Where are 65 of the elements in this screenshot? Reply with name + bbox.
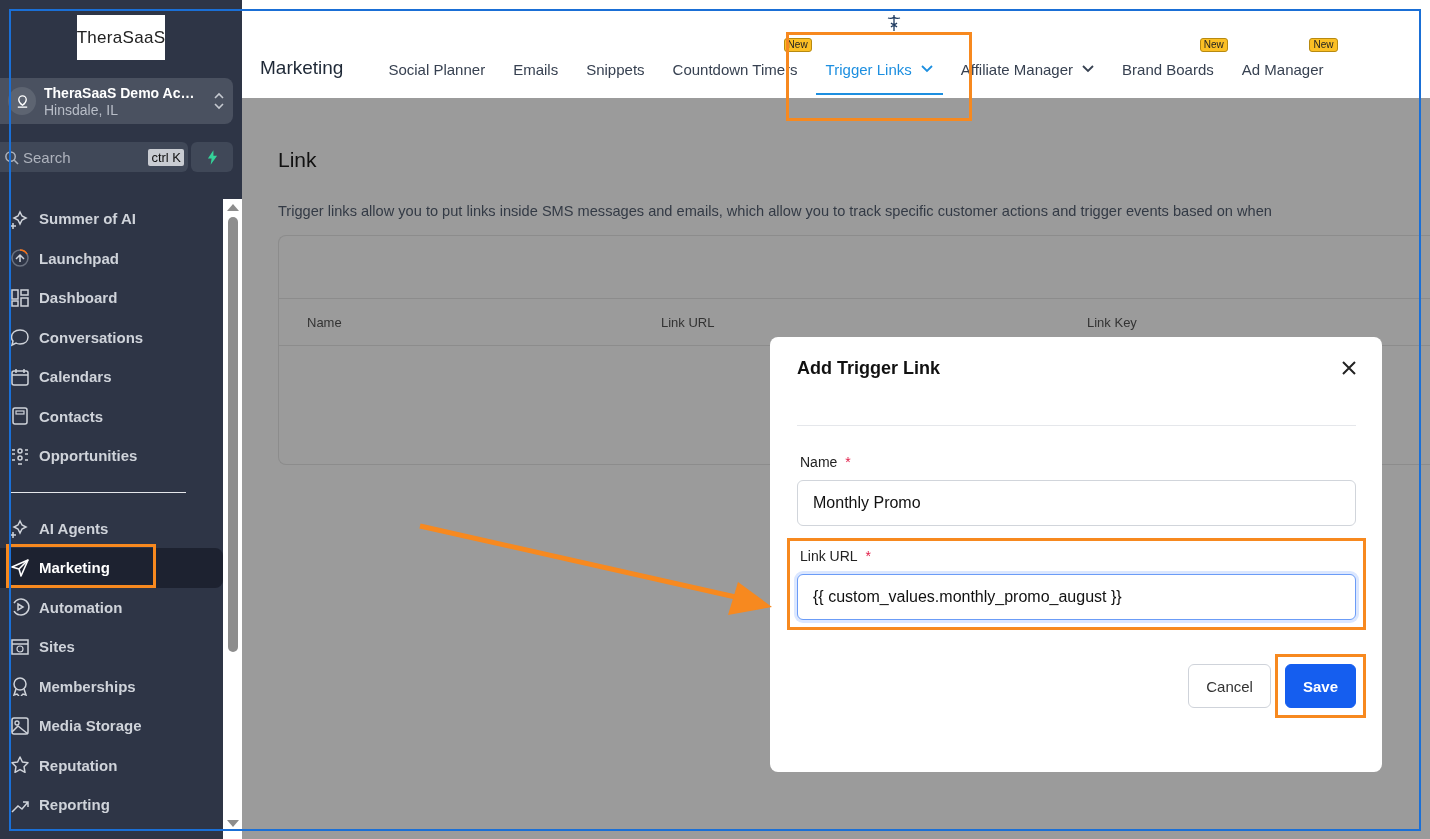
nav-tab[interactable]: Social Planner (378, 45, 496, 95)
new-badge: New (1309, 38, 1338, 52)
sidebar-item[interactable]: Contacts (0, 396, 223, 436)
location-pin-icon (8, 87, 36, 115)
chat-bubble-icon (10, 327, 30, 348)
quick-action-button[interactable] (191, 142, 233, 172)
sidebar-item[interactable]: Automation (0, 587, 223, 627)
close-icon[interactable] (1342, 361, 1356, 375)
globe-window-icon (10, 636, 30, 657)
sidebar-item[interactable]: Calendars (0, 357, 223, 397)
section-heading: Link (278, 148, 318, 172)
rocket-circle-icon (10, 248, 30, 269)
play-circle-icon (10, 597, 30, 618)
account-location: Hinsdale, IL (44, 101, 119, 118)
sidebar-item[interactable]: Reputation (0, 745, 223, 785)
sidebar-item[interactable]: Marketing (0, 548, 223, 588)
text-field[interactable]: Monthly Promo (797, 480, 1356, 526)
ribbon-icon (10, 676, 30, 697)
cancel-button[interactable]: Cancel (1188, 664, 1271, 708)
nav-tab[interactable]: Trigger Links (815, 45, 943, 95)
sidebar-item[interactable]: Reporting (0, 785, 223, 825)
sidebar-item[interactable]: Conversations (0, 317, 223, 357)
send-icon (10, 557, 30, 578)
sidebar-item[interactable]: AI Agents (0, 508, 223, 548)
sidebar-item[interactable]: Opportunities (0, 436, 223, 476)
chevron-down-icon (1082, 65, 1095, 73)
column-header: Link URL (661, 314, 716, 330)
dashboard-icon (10, 287, 30, 308)
scrollbar[interactable] (223, 199, 242, 839)
required-mark: * (865, 548, 872, 564)
sidebar-item[interactable]: Media Storage (0, 706, 223, 746)
contact-card-icon (10, 406, 30, 427)
field-label: Link URL (800, 548, 858, 564)
shortcut-hint: ctrl K (148, 148, 184, 166)
logo: TheraSaaS (77, 15, 165, 60)
star-icon (10, 755, 30, 776)
column-header: Name (307, 314, 343, 330)
sidebar-item[interactable]: Launchpad (0, 238, 223, 278)
sidebar-item[interactable]: Sites (0, 627, 223, 667)
account-switcher[interactable]: TheraSaaS Demo Ac… Hinsdale, IL (0, 78, 233, 124)
sidebar-item[interactable]: Summer of AI (0, 199, 223, 239)
nav-tab[interactable]: Snippets (576, 45, 655, 95)
chevron-down-icon (920, 65, 933, 73)
sparkle-icon (10, 208, 30, 229)
dialog-title: Add Trigger Link (797, 357, 940, 379)
save-button[interactable]: Save (1284, 664, 1356, 708)
description-text: Trigger links allow you to put links inside SMS messages and emails, which allow you to track specific customer actions and trigger events based on when (278, 203, 1273, 219)
search-icon (4, 149, 19, 165)
page-title: Marketing (260, 57, 344, 79)
opportunities-icon (10, 445, 30, 466)
column-header: Link Key (1087, 314, 1138, 330)
required-mark: * (845, 454, 851, 470)
text-field[interactable]: {{ custom_values.monthly_promo_august }} (797, 574, 1356, 620)
sparkle-icon (10, 518, 30, 539)
nav-tab[interactable]: Emails (503, 45, 569, 95)
sidebar-item[interactable]: Memberships (0, 666, 223, 706)
sidebar-item[interactable]: Dashboard (0, 278, 223, 318)
image-icon (10, 715, 30, 736)
search-field[interactable]: Search ctrl K (0, 142, 188, 172)
chevron-updown-icon (213, 91, 225, 111)
calendar-icon (10, 366, 30, 387)
field-label: Name (800, 454, 838, 470)
account-name: TheraSaaS Demo Ac… (44, 84, 196, 101)
new-badge: New (1199, 38, 1228, 52)
lightning-icon (206, 149, 218, 165)
